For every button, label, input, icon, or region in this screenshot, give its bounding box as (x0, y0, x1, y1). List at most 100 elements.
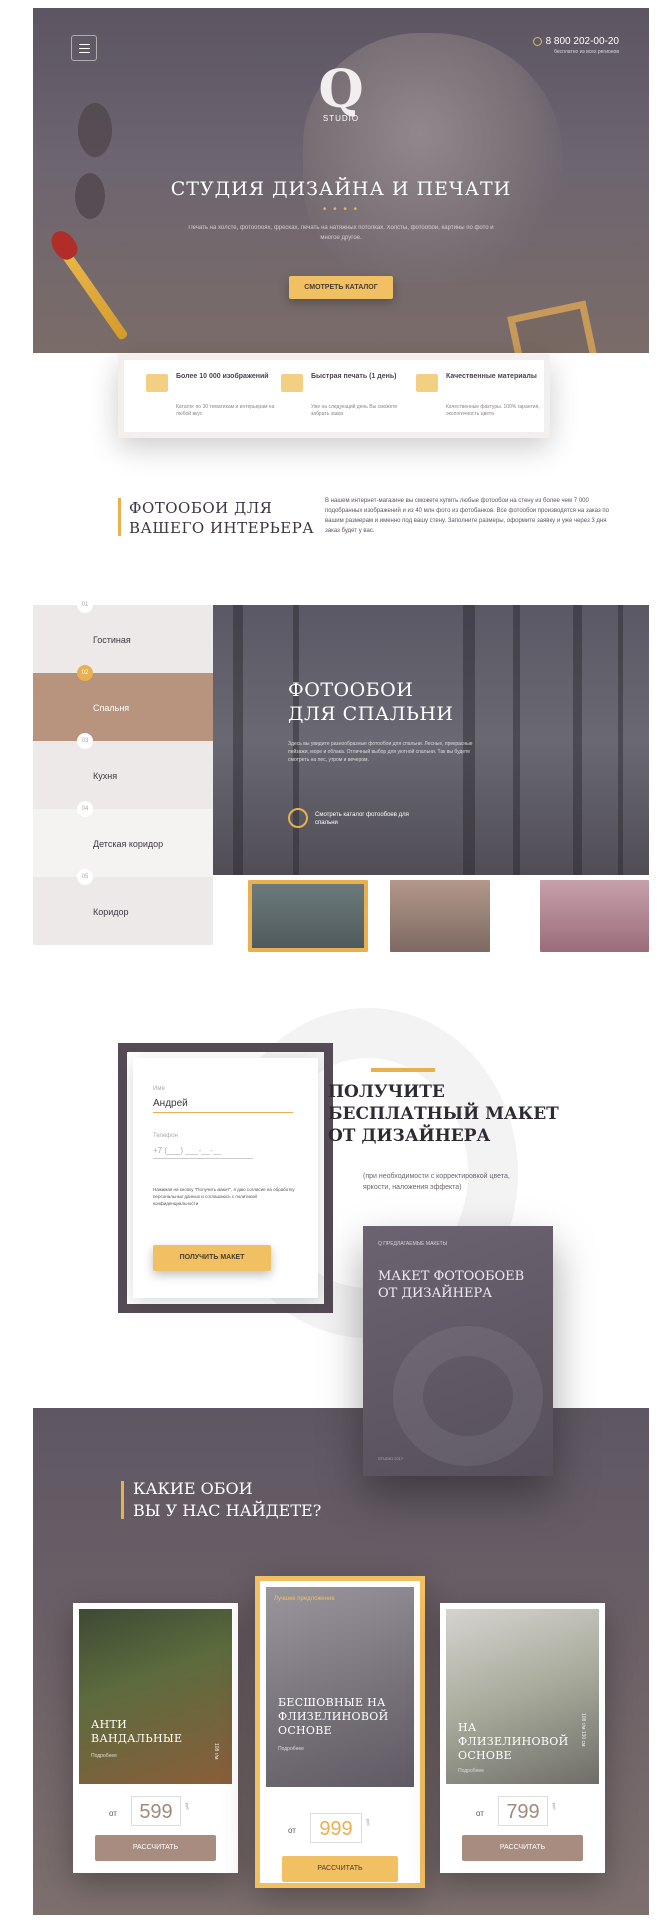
catalog-link-text[interactable]: Смотреть каталог фотообоев для спальни (315, 811, 415, 827)
rooms-title-line: ДЛЯ СПАЛЬНИ (288, 703, 454, 725)
rooms-text: Здесь вы увидите разнообразные фотообои … (288, 741, 473, 763)
room-tab-kids[interactable]: 04 Детская коридор (33, 801, 213, 877)
name-label: Имя (153, 1086, 165, 1092)
feature-text: Качественные фактуры. 100% гарантия, эко… (446, 404, 540, 417)
calculate-button[interactable]: РАССЧИТАТЬ (282, 1856, 398, 1882)
feature-title: Быстрая печать (1 день) (311, 373, 397, 380)
view-catalog-button[interactable]: СМОТРЕТЬ КАТАЛОГ (289, 276, 393, 299)
room-number: 02 (77, 665, 93, 681)
room-label: Гостиная (93, 635, 131, 645)
thumbnail-pink-bedroom[interactable] (540, 880, 649, 952)
phone-icon (532, 36, 542, 46)
header-phone[interactable]: 8 800 202-00-20 бесплатно из всех регион… (532, 36, 619, 55)
card-size: 108 г/м 130 см (580, 1713, 586, 1747)
consent-note: Нажимая на кнопку "Получить макет", я да… (153, 1187, 295, 1206)
types-title: КАКИЕ ОБОИ ВЫ У НАС НАЙДЕТЕ? (133, 1478, 321, 1522)
calculate-button[interactable]: РАССЧИТАТЬ (462, 1835, 583, 1861)
material-roll-icon (416, 374, 438, 392)
booklet-top: Q ПРЕДЛАГАЕМЫЕ МАКЕТЫ (378, 1241, 448, 1247)
card-more[interactable]: Подробнее (278, 1746, 304, 1752)
hero-subtitle: Печать на холсте, фотообоях, фресках, пе… (188, 225, 494, 241)
phone-number[interactable]: 8 800 202-00-20 (546, 36, 619, 47)
room-number: 05 (77, 869, 93, 885)
phone-input[interactable]: +7 (___) ___-__-__ (153, 1146, 253, 1159)
card-more[interactable]: Подробнее (458, 1768, 484, 1774)
form-subheading: (при необходимости с корректировкой цвет… (363, 1173, 510, 1191)
picture-frame-image (507, 300, 599, 353)
phone-label: Телефон (153, 1133, 178, 1139)
catalog-bedroom-link[interactable]: Смотреть каталог фотообоев для спальни (288, 808, 438, 830)
card-price: 999 (310, 1813, 362, 1843)
section-accent-bar (371, 1068, 435, 1072)
feature-item: Быстрая печать (1 день) Уже на следующий… (279, 372, 419, 432)
room-label: Коридор (93, 907, 129, 917)
hero-section: 8 800 202-00-20 бесплатно из всех регион… (33, 8, 649, 353)
card-image (266, 1587, 414, 1787)
form-heading-line: ПОЛУЧИТЕ (328, 1082, 445, 1102)
name-input[interactable]: Андрей (153, 1098, 293, 1113)
price-unit: руб (185, 1803, 190, 1810)
room-label: Спальня (93, 703, 130, 713)
card-price: 799 (498, 1796, 548, 1826)
price-from: от (288, 1826, 296, 1835)
printer-icon (281, 374, 303, 392)
calculate-button[interactable]: РАССЧИТАТЬ (95, 1835, 216, 1861)
hero-dots: • • • • (322, 204, 360, 215)
types-title-line: ВЫ У НАС НАЙДЕТЕ? (133, 1501, 322, 1520)
booklet-title: МАКЕТ ФОТООБОЕВ ОТ ДИЗАЙНЕРА (378, 1269, 525, 1301)
room-number: 03 (77, 733, 93, 749)
section-accent-bar (118, 498, 121, 536)
paintbrush-tip (46, 226, 82, 264)
feature-title: Качественные материалы (446, 373, 537, 380)
form-heading-line: БЕСПЛАТНЫЙ МАКЕТ (328, 1104, 559, 1124)
room-tab-kitchen[interactable]: 03 Кухня (33, 733, 213, 809)
logo-letter: Q (318, 59, 364, 120)
wallpaper-card: НА ФЛИЗЕЛИНОВОЙ ОСНОВЕ Подробнее 108 г/м… (440, 1603, 605, 1873)
rooms-title: ФОТООБОИ ДЛЯ СПАЛЬНИ (288, 678, 453, 726)
room-tab-living[interactable]: 01 Гостиная (33, 597, 213, 673)
get-layout-button[interactable]: ПОЛУЧИТЬ МАКЕТ (153, 1245, 271, 1271)
wallpaper-card: АНТИ ВАНДАЛЬНЫЕ Подробнее 108 г/м от 599… (73, 1603, 238, 1873)
logo-text: STUDIO (322, 114, 360, 123)
wallpaper-card-featured: Лучшее предложение БЕСШОВНЫЕ НА ФЛИЗЕЛИН… (255, 1576, 425, 1888)
feature-text: Каталог по 30 тематикам и интерьерам на … (176, 404, 275, 417)
room-tab-hallway[interactable]: 05 Коридор (33, 869, 213, 945)
landing-page: 8 800 202-00-20 бесплатно из всех регион… (33, 8, 649, 1915)
thumbnail-bedroom[interactable] (390, 880, 490, 952)
room-label: Детская коридор (93, 839, 164, 849)
price-from: от (109, 1809, 117, 1818)
room-number: 04 (77, 801, 93, 817)
price-unit: руб (552, 1803, 557, 1810)
card-size: 108 г/м (213, 1743, 219, 1760)
room-number: 01 (77, 597, 93, 613)
phone-subtitle: бесплатно из всех регионов (554, 49, 619, 55)
about-title-line: ВАШЕГО ИНТЕРЬЕРА (129, 519, 315, 537)
price-unit: руб (366, 1819, 371, 1826)
section-accent-bar (121, 1481, 124, 1519)
card-title: НА ФЛИЗЕЛИНОВОЙ ОСНОВЕ (458, 1721, 569, 1762)
hamburger-menu-icon[interactable] (71, 35, 97, 61)
card-title: БЕСШОВНЫЕ НА ФЛИЗЕЛИНОВОЙ ОСНОВЕ (278, 1696, 389, 1737)
feature-title: Более 10 000 изображений (176, 373, 269, 380)
best-offer-badge: Лучшее предложение (274, 1596, 335, 1602)
price-from: от (476, 1809, 484, 1818)
room-tab-bedroom[interactable]: 02 Спальня (33, 665, 213, 741)
feature-item: Качественные материалы Качественные факт… (414, 372, 554, 432)
hero-title: СТУДИЯ ДИЗАЙНА И ПЕЧАТИ (170, 178, 512, 200)
form-heading-line: ОТ ДИЗАЙНЕРА (328, 1126, 491, 1146)
card-more[interactable]: Подробнее (91, 1753, 117, 1759)
card-title: АНТИ ВАНДАЛЬНЫЕ (91, 1718, 183, 1745)
about-text: В нашем интернет-магазине вы сможете куп… (325, 498, 609, 534)
booklet-footer: STUDIO 2017 (378, 1456, 404, 1461)
layout-booklet: Q ПРЕДЛАГАЕМЫЕ МАКЕТЫ МАКЕТ ФОТООБОЕВ ОТ… (363, 1226, 553, 1476)
rooms-nav: 01 Гостиная 02 Спальня 03 Кухня 04 Детск… (33, 597, 213, 945)
image-gallery-icon (146, 374, 168, 392)
types-title-line: КАКИЕ ОБОИ (133, 1479, 253, 1498)
logo[interactable]: Q STUDIO (33, 59, 649, 124)
booklet-q-decoration (393, 1326, 543, 1466)
search-icon (288, 808, 308, 828)
feature-text: Уже на следующий день Вы сможете забрать… (311, 404, 398, 417)
thumbnail-forest[interactable] (248, 880, 368, 952)
feature-item: Более 10 000 изображений Каталог по 30 т… (144, 372, 284, 432)
card-price: 599 (131, 1796, 181, 1826)
